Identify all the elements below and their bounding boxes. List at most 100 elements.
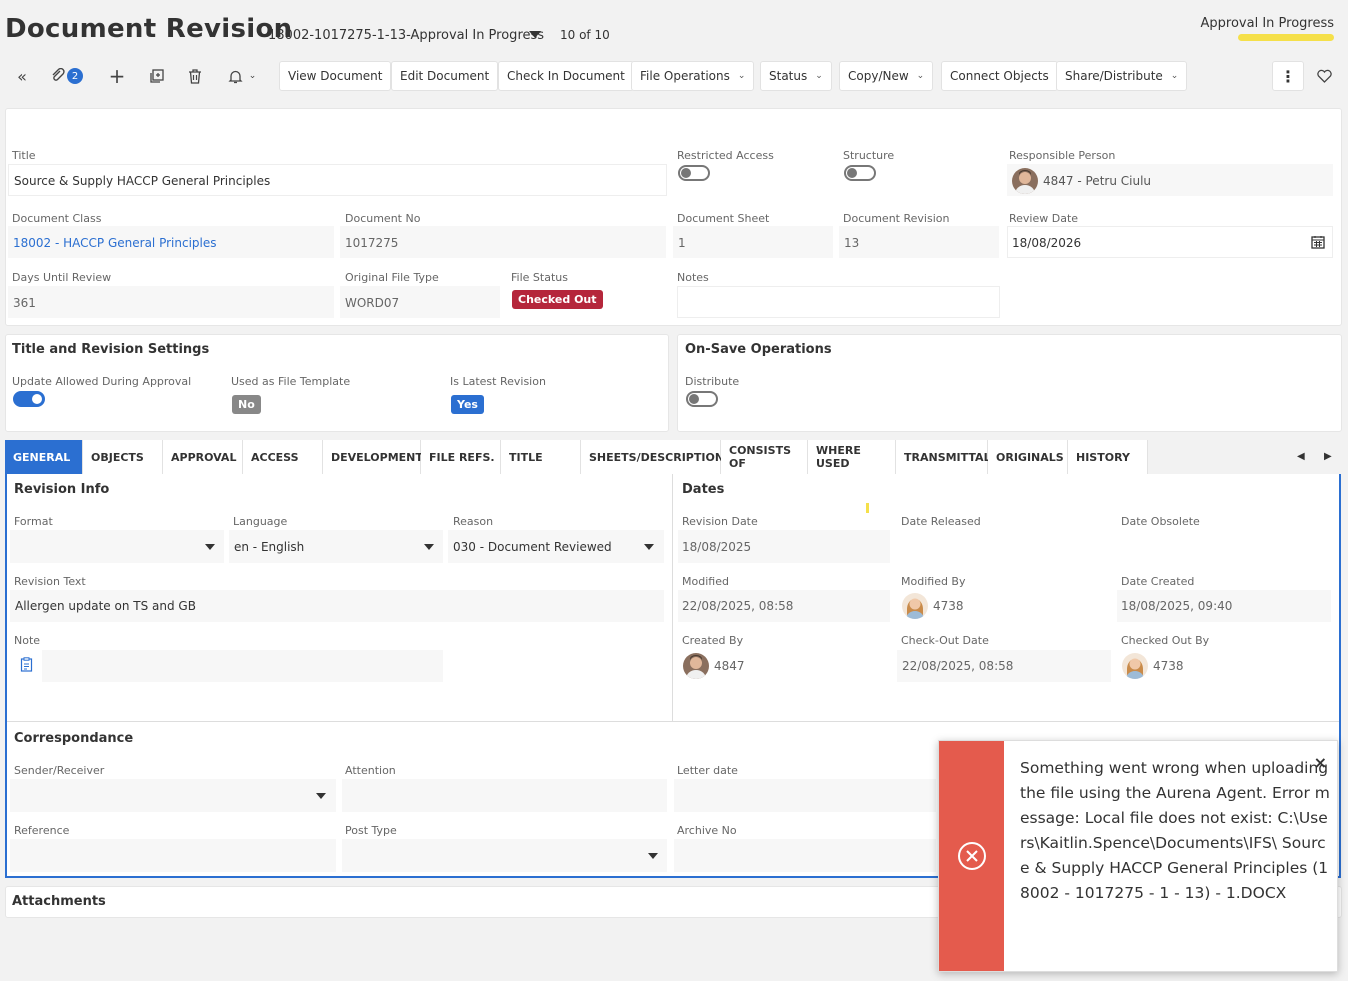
archive-no-label: Archive No (677, 824, 737, 837)
edit-document-button[interactable]: Edit Document (391, 61, 499, 91)
update-allowed-toggle[interactable] (13, 391, 45, 407)
revision-text-label: Revision Text (14, 575, 86, 588)
notification-button[interactable]: ⌄ (220, 62, 264, 90)
distribute-toggle[interactable] (686, 391, 718, 407)
reason-label: Reason (453, 515, 494, 528)
tab-originals[interactable]: ORIGINALS (988, 440, 1068, 474)
chevron-down-icon: ⌄ (248, 71, 257, 81)
delete-icon[interactable] (181, 62, 209, 90)
revision-date-value: 18/08/2025 (678, 530, 890, 563)
close-icon[interactable]: × (1314, 753, 1327, 772)
attachment-count-badge: 2 (67, 68, 83, 84)
letter-date-label: Letter date (677, 764, 738, 777)
chevron-down-icon (316, 793, 326, 799)
dates-heading: Dates (682, 482, 725, 497)
reference-label: Reference (14, 824, 70, 837)
attachments-heading: Attachments (12, 894, 106, 909)
avatar (1122, 653, 1148, 679)
share-distribute-label: Share/Distribute (1065, 69, 1163, 83)
language-select[interactable]: en - English (229, 530, 443, 563)
tab-general[interactable]: GENERAL (5, 440, 83, 474)
responsible-person-label: Responsible Person (1009, 149, 1116, 162)
format-select[interactable] (10, 530, 224, 563)
view-document-button[interactable]: View Document (279, 61, 392, 91)
archive-no-field[interactable] (674, 839, 936, 872)
favorite-heart-icon[interactable] (1310, 62, 1338, 90)
note-document-icon[interactable] (20, 657, 33, 675)
tab-transmittal[interactable]: TRANSMITTAL (896, 440, 991, 474)
revision-date-label: Revision Date (682, 515, 758, 528)
date-released-label: Date Released (901, 515, 981, 528)
post-type-select[interactable] (342, 839, 667, 872)
attention-field[interactable] (342, 779, 667, 812)
sender-receiver-select[interactable] (10, 779, 336, 812)
more-options-icon[interactable]: ⋮ (1272, 61, 1304, 91)
file-template-badge: No (232, 395, 261, 414)
reason-select[interactable]: 030 - Document Reviewed (448, 530, 664, 563)
copy-new-button[interactable]: Copy/New ⌄ (839, 61, 934, 91)
document-sheet-label: Document Sheet (677, 212, 770, 225)
tab-scroll-right-icon[interactable]: ▶ (1324, 451, 1332, 462)
document-no-value: 1017275 (340, 226, 666, 258)
note-field[interactable] (42, 650, 443, 682)
connect-objects-button[interactable]: Connect Objects (941, 61, 1058, 91)
attachments-button[interactable]: 2 (50, 62, 90, 90)
restricted-access-toggle[interactable] (678, 165, 710, 181)
status-label: Approval In Progress (1200, 16, 1335, 31)
original-file-type-label: Original File Type (345, 271, 439, 284)
indicator-mark (866, 503, 869, 513)
file-operations-button[interactable]: File Operations ⌄ (631, 61, 755, 91)
status-indicator-bar (1238, 34, 1334, 41)
tab-approval[interactable]: APPROVAL (163, 440, 243, 474)
share-distribute-button[interactable]: Share/Distribute ⌄ (1056, 61, 1188, 91)
collapse-icon[interactable]: « (8, 62, 36, 90)
modified-value: 22/08/2025, 08:58 (678, 590, 890, 622)
document-revision-label: Document Revision (843, 212, 950, 225)
chevron-down-icon (424, 544, 434, 550)
created-by-label: Created By (682, 634, 744, 647)
add-icon[interactable]: + (103, 62, 131, 90)
notes-label: Notes (677, 271, 709, 284)
note-label: Note (14, 634, 41, 647)
tab-file-refs[interactable]: FILE REFS. (421, 440, 501, 474)
reference-field[interactable] (10, 839, 336, 872)
error-circle-icon (957, 842, 986, 870)
tab-sheets-descriptions[interactable]: SHEETS/DESCRIPTIONS (581, 440, 732, 474)
latest-revision-label: Is Latest Revision (450, 375, 546, 388)
chevron-down-icon (205, 544, 215, 550)
tab-access[interactable]: ACCESS (243, 440, 323, 474)
format-label: Format (14, 515, 53, 528)
tab-title[interactable]: TITLE (501, 440, 581, 474)
tab-development[interactable]: DEVELOPMENT (323, 440, 423, 474)
duplicate-icon[interactable] (142, 62, 170, 90)
review-date-field[interactable]: 18/08/2026 (1007, 226, 1333, 258)
document-class-link[interactable]: 18002 - HACCP General Principles (13, 236, 216, 250)
structure-toggle[interactable] (844, 165, 876, 181)
title-field[interactable]: Source & Supply HACCP General Principles (8, 164, 667, 196)
error-toast-message: Something went wrong when uploading the … (1020, 759, 1330, 902)
revision-text-field[interactable]: Allergen update on TS and GB (10, 590, 664, 622)
check-out-date-label: Check-Out Date (901, 634, 989, 647)
modified-label: Modified (682, 575, 729, 588)
tab-objects[interactable]: OBJECTS (83, 440, 163, 474)
language-label: Language (233, 515, 288, 528)
revision-info-heading: Revision Info (14, 482, 110, 497)
record-selector-caret-icon[interactable] (529, 31, 541, 38)
date-created-label: Date Created (1121, 575, 1195, 588)
chevron-down-icon: ⌄ (916, 71, 925, 81)
letter-date-field[interactable] (674, 779, 936, 812)
post-type-label: Post Type (345, 824, 397, 837)
status-button[interactable]: Status ⌄ (760, 61, 832, 91)
latest-revision-badge: Yes (451, 395, 484, 414)
distribute-label: Distribute (685, 375, 740, 388)
responsible-person-value: 4847 - Petru Ciulu (1043, 174, 1152, 188)
update-allowed-label: Update Allowed During Approval (12, 375, 192, 388)
tab-history[interactable]: HISTORY (1068, 440, 1148, 474)
modified-by-value: 4738 (933, 599, 964, 613)
tab-consists-of[interactable]: CONSISTS OF (721, 440, 808, 474)
notes-field[interactable] (677, 286, 1000, 318)
tab-scroll-left-icon[interactable]: ◀ (1297, 451, 1305, 462)
check-in-document-button[interactable]: Check In Document (498, 61, 634, 91)
calendar-icon[interactable] (1311, 235, 1325, 252)
tab-where-used[interactable]: WHERE USED (808, 440, 896, 474)
